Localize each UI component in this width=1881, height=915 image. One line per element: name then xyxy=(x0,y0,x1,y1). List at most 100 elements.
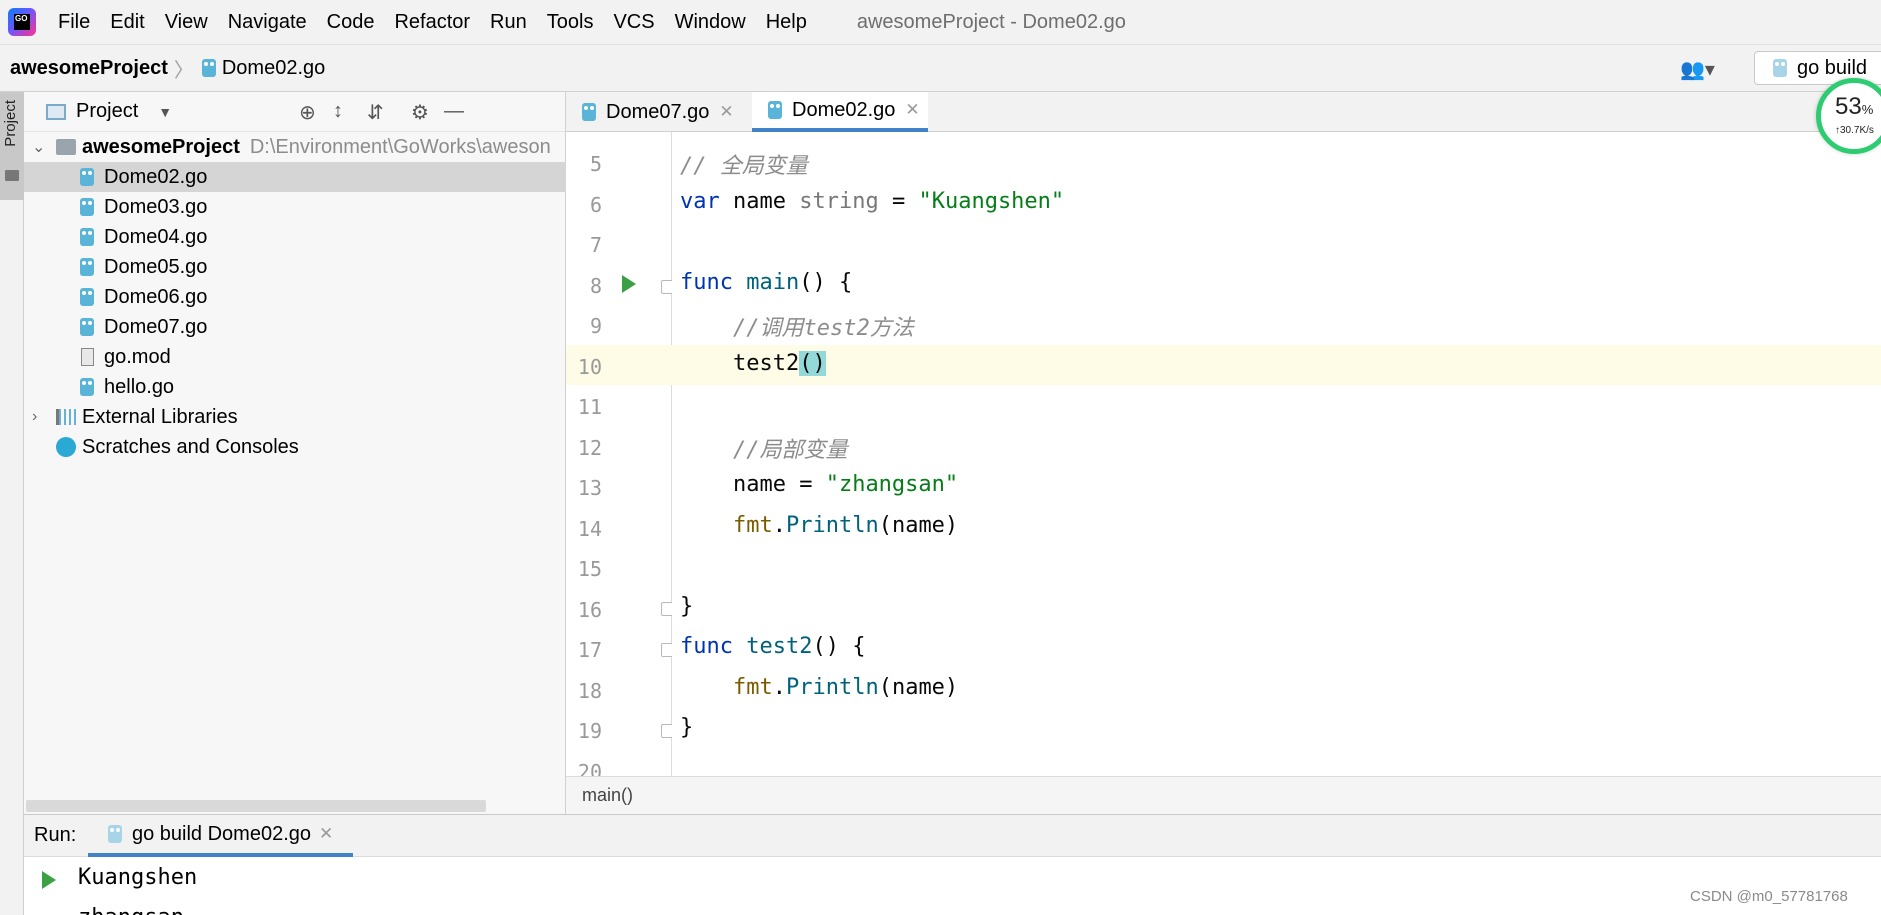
close-icon[interactable]: ✕ xyxy=(319,824,333,844)
watermark: CSDN @m0_57781768 xyxy=(1690,888,1848,905)
project-panel-header: Project ▼ ⊕ ↕ ⇵ ⚙ — xyxy=(24,92,565,132)
project-tool-window-label: Project xyxy=(2,100,19,147)
tree-file-label: Dome07.go xyxy=(104,315,208,338)
library-icon xyxy=(56,409,76,425)
code-line-10: test2() xyxy=(680,351,826,376)
tree-file-label: Dome05.go xyxy=(104,255,208,278)
horizontal-scrollbar[interactable] xyxy=(26,800,486,812)
go-file-icon xyxy=(80,288,94,306)
tab-dome07[interactable]: Dome07.go ✕ xyxy=(566,92,742,132)
line-number: 13 xyxy=(577,476,602,500)
go-file-icon xyxy=(768,101,782,119)
gear-icon[interactable]: ⚙ xyxy=(411,100,429,125)
tree-item-label: Scratches and Consoles xyxy=(82,435,299,458)
run-tab-go-build[interactable]: go build Dome02.go ✕ xyxy=(88,815,354,857)
navigation-bar: awesomeProject 〉 Dome02.go 👥▾ go build xyxy=(0,44,1881,92)
speed-percent-unit: % xyxy=(1861,102,1874,117)
code-line-12: //局部变量 xyxy=(680,438,848,463)
tab-label: Dome07.go xyxy=(606,100,710,123)
tab-dome02[interactable]: Dome02.go ✕ xyxy=(752,92,928,132)
tree-file-go-mod[interactable]: go.mod xyxy=(24,342,566,372)
go-file-icon xyxy=(582,103,596,121)
tree-file-label: hello.go xyxy=(104,375,175,398)
menu-run[interactable]: Run xyxy=(490,11,527,34)
line-number: 14 xyxy=(577,517,602,541)
line-number: 15 xyxy=(577,557,602,581)
menu-bar: GO File Edit View Navigate Code Refactor… xyxy=(0,0,1881,44)
breadcrumb-file[interactable]: Dome02.go xyxy=(222,57,325,80)
close-icon[interactable]: ✕ xyxy=(719,102,733,122)
mod-file-icon xyxy=(81,348,94,366)
editor-breadcrumb-function[interactable]: main() xyxy=(582,785,633,806)
hide-panel-icon[interactable]: — xyxy=(444,100,464,123)
user-dropdown-icon[interactable]: 👥▾ xyxy=(1680,57,1720,81)
project-panel: Project ▼ ⊕ ↕ ⇵ ⚙ — ⌄ awesomeProject D:\… xyxy=(24,92,566,814)
editor-breadcrumb[interactable]: main() xyxy=(566,776,1881,814)
menu-code[interactable]: Code xyxy=(327,11,375,34)
rerun-icon[interactable] xyxy=(42,871,56,889)
chevron-down-icon[interactable]: ⌄ xyxy=(32,137,46,157)
menu-view[interactable]: View xyxy=(165,11,208,34)
menu-refactor[interactable]: Refactor xyxy=(394,11,470,34)
go-file-icon xyxy=(80,168,94,186)
chevron-down-icon[interactable]: ▼ xyxy=(158,104,172,120)
line-number: 16 xyxy=(577,598,602,622)
folder-icon xyxy=(5,170,19,181)
menu-file[interactable]: File xyxy=(58,11,90,34)
go-build-icon xyxy=(108,825,122,843)
go-file-icon xyxy=(80,378,94,396)
menu-window[interactable]: Window xyxy=(675,11,746,34)
tree-file-dome04[interactable]: Dome04.go xyxy=(24,222,566,252)
tree-file-hello[interactable]: hello.go xyxy=(24,372,566,402)
tree-file-dome02[interactable]: Dome02.go xyxy=(24,162,566,192)
line-number: 12 xyxy=(577,436,602,460)
line-number: 17 xyxy=(577,638,602,662)
line-number: 11 xyxy=(577,395,602,419)
window-title: awesomeProject - Dome02.go xyxy=(856,10,1126,33)
line-number: 9 xyxy=(589,314,602,338)
menu-navigate[interactable]: Navigate xyxy=(228,11,307,34)
project-view-selector[interactable]: Project xyxy=(76,100,138,123)
locate-file-icon[interactable]: ⊕ xyxy=(299,100,316,125)
folder-icon xyxy=(56,139,76,155)
tree-file-dome07[interactable]: Dome07.go xyxy=(24,312,566,342)
code-line-18: fmt.Println(name) xyxy=(732,675,959,700)
go-file-icon xyxy=(80,318,94,336)
menu-vcs[interactable]: VCS xyxy=(613,11,654,34)
run-panel-label: Run: xyxy=(34,824,77,846)
expand-all-icon[interactable]: ↕ xyxy=(333,100,343,123)
tree-file-dome03[interactable]: Dome03.go xyxy=(24,192,566,222)
tree-scratches[interactable]: Scratches and Consoles xyxy=(24,432,566,462)
project-view-icon xyxy=(46,103,66,120)
collapse-all-icon[interactable]: ⇵ xyxy=(367,100,384,125)
tree-external-libraries[interactable]: › External Libraries xyxy=(24,402,566,432)
tree-file-dome05[interactable]: Dome05.go xyxy=(24,252,566,282)
tree-file-dome06[interactable]: Dome06.go xyxy=(24,282,566,312)
current-line-highlight xyxy=(672,345,1881,385)
run-tab-label: go build Dome02.go xyxy=(132,822,312,845)
close-icon[interactable]: ✕ xyxy=(905,100,919,120)
code-editor[interactable]: // 全局变量 var name string = "Kuangshen" fu… xyxy=(672,132,1881,776)
project-tool-window-button[interactable]: Project xyxy=(0,92,24,200)
code-line-16: } xyxy=(680,594,694,619)
tree-root-path: D:\Environment\GoWorks\aweson xyxy=(249,135,551,158)
goland-logo-icon[interactable]: GO xyxy=(8,8,36,36)
go-build-icon xyxy=(1773,59,1787,77)
console-output-line: zhangsan xyxy=(78,905,184,915)
menu-tools[interactable]: Tools xyxy=(547,11,594,34)
line-number: 5 xyxy=(589,152,602,176)
editor-tab-bar: Dome07.go ✕ Dome02.go ✕ xyxy=(566,92,1881,132)
console-output-line: Kuangshen xyxy=(78,865,198,890)
chevron-right-icon[interactable]: › xyxy=(32,408,46,426)
code-line-9: //调用test2方法 xyxy=(680,316,914,341)
breadcrumb-project[interactable]: awesomeProject xyxy=(10,57,168,80)
tree-root-awesomeproject[interactable]: ⌄ awesomeProject D:\Environment\GoWorks\… xyxy=(24,132,566,162)
line-number: 10 xyxy=(577,355,602,379)
menu-help[interactable]: Help xyxy=(766,11,807,34)
run-panel: Run: go build Dome02.go ✕ Kuangshen zhan… xyxy=(24,814,1881,915)
line-number: 8 xyxy=(589,274,602,298)
speed-percent: 53% xyxy=(1835,93,1873,121)
breadcrumb-separator-icon: 〉 xyxy=(173,59,194,82)
run-main-icon[interactable] xyxy=(622,275,636,293)
menu-edit[interactable]: Edit xyxy=(110,11,144,34)
